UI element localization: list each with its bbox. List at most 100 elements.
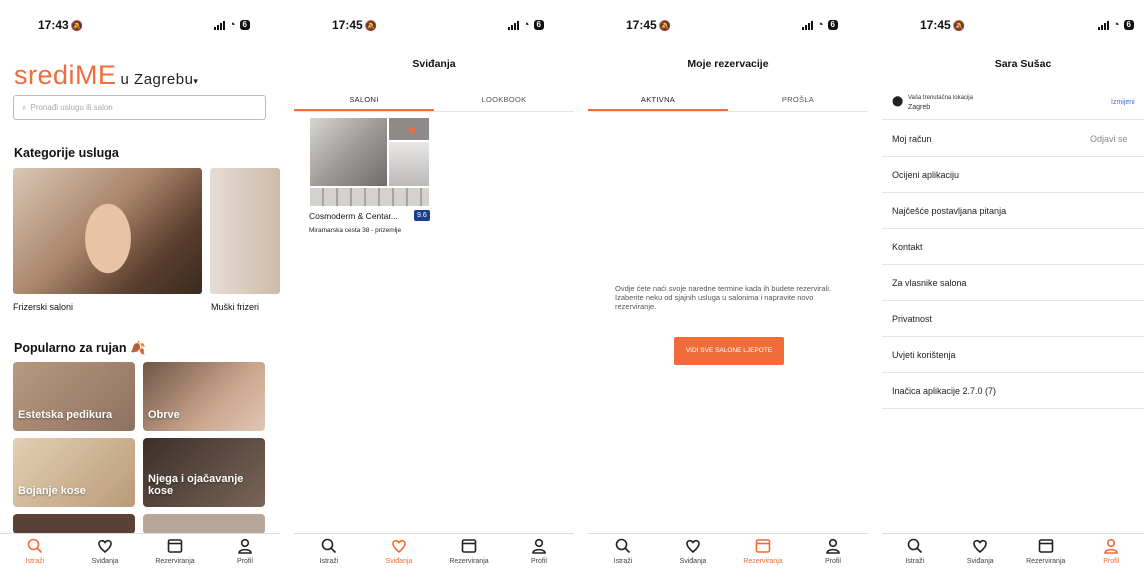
tab-bookings[interactable]: Rezerviranja: [1016, 534, 1076, 579]
tab-bookings[interactable]: Rezerviranja: [145, 534, 205, 579]
tab-likes[interactable]: Sviđanja: [369, 534, 429, 579]
calendar-icon: [755, 539, 771, 553]
likes-screen: 17:45 🔕 ◔ 6 Sviđanja SALONI LOOKBOOK ♥ Co…: [294, 0, 574, 579]
battery-icon: 6: [827, 20, 838, 30]
tile-partial[interactable]: [13, 514, 135, 534]
user-icon: [532, 538, 546, 554]
segment-tabs: AKTIVNA PROŠLA: [588, 90, 868, 112]
tab-profile[interactable]: Profil: [215, 534, 275, 579]
silent-bell-icon: 🔕: [658, 21, 672, 32]
tile-hair-coloring[interactable]: Bojanje kose: [13, 438, 135, 507]
heart-icon: [392, 539, 406, 554]
menu-item[interactable]: Privatnost: [882, 301, 1144, 337]
signal-icon: [1097, 20, 1109, 30]
tile-label: Bojanje kose: [18, 485, 86, 497]
wifi-icon: ◔: [816, 19, 824, 31]
menu-item[interactable]: Uvjeti korištenja: [882, 337, 1144, 373]
tab-profile[interactable]: Profil: [803, 534, 863, 579]
calendar-icon: [461, 539, 477, 553]
tab-explore[interactable]: Istraži: [5, 534, 65, 579]
menu-item[interactable]: Kontakt: [882, 229, 1144, 265]
tile-label: Obrve: [148, 409, 180, 421]
logo-text: srediME: [14, 60, 117, 90]
location-row: ⬤ Vaša trenutačna lokacija Zagreb Izmije…: [882, 88, 1144, 120]
tab-lookbook[interactable]: LOOKBOOK: [434, 90, 574, 111]
status-bar: 17:45 🔕 ◔ 6: [588, 18, 868, 34]
tab-likes[interactable]: Sviđanja: [950, 534, 1010, 579]
tab-likes[interactable]: Sviđanja: [663, 534, 723, 579]
status-time: 17:43: [38, 18, 69, 32]
bottom-tab-bar: Istraži Sviđanja Rezerviranja Profil: [294, 533, 574, 579]
tab-likes[interactable]: Sviđanja: [75, 534, 135, 579]
tile-partial[interactable]: [143, 514, 265, 534]
search-placeholder: Pronađi uslugu ili salon: [30, 103, 113, 112]
silent-bell-icon: 🔕: [952, 21, 966, 32]
model-face-image: [68, 178, 148, 288]
tab-active[interactable]: AKTIVNA: [588, 90, 728, 111]
categories-heading: Kategorije usluga: [14, 146, 119, 160]
silent-bell-icon: 🔕: [364, 21, 378, 32]
tab-explore[interactable]: Istraži: [885, 534, 945, 579]
tile-pedicure[interactable]: Estetska pedikura: [13, 362, 135, 431]
bookings-screen: 17:45 🔕 ◔ 6 Moje rezervacije AKTIVNA PROŠ…: [588, 0, 868, 579]
popular-heading: Popularno za rujan 🍂: [14, 341, 146, 355]
heart-icon: [686, 539, 700, 554]
category-card-hair-salons[interactable]: [13, 168, 202, 294]
tab-explore[interactable]: Istraži: [299, 534, 359, 579]
city-selector[interactable]: u Zagrebu▾: [121, 71, 199, 88]
heart-icon[interactable]: ♥: [408, 124, 416, 137]
location-label: Vaša trenutačna lokacija: [908, 95, 973, 101]
status-time: 17:45: [626, 18, 657, 32]
tile-label: Njega i ojačavanje kose: [148, 473, 244, 497]
account-row[interactable]: Moj račun Odjavi se: [882, 121, 1144, 157]
search-icon: [321, 538, 337, 554]
user-name-title: Sara Sušac: [994, 58, 1052, 70]
search-icon: [27, 538, 43, 554]
battery-icon: 6: [1123, 20, 1134, 30]
tab-profile[interactable]: Profil: [509, 534, 569, 579]
search-icon: [907, 538, 922, 554]
category-label: Muški frizeri: [211, 302, 260, 312]
status-bar: 17:43 🔕 ◔ 6: [0, 18, 280, 34]
category-label: Frizerski saloni: [13, 302, 74, 312]
calendar-icon: [167, 539, 183, 553]
segment-tabs: SALONI LOOKBOOK: [294, 90, 574, 112]
category-card-barbers[interactable]: [210, 168, 280, 294]
location-pin-icon: ⬤: [892, 96, 904, 107]
menu-item[interactable]: Za vlasnike salona: [882, 265, 1144, 301]
leaf-icon: 🍂: [130, 341, 146, 355]
search-input[interactable]: ⌕ Pronađi uslugu ili salon: [13, 95, 266, 120]
salon-name[interactable]: Cosmoderm & Centar...: [309, 211, 398, 221]
empty-state-text: Ovdje ćete naći svoje naredne termine ka…: [615, 284, 831, 311]
rating-badge: 9.6: [414, 210, 430, 221]
tab-past[interactable]: PROŠLA: [728, 90, 868, 111]
page-title: Moje rezervacije: [687, 58, 769, 70]
tile-hair-care[interactable]: Njega i ojačavanje kose: [143, 438, 265, 507]
signal-icon: [507, 20, 519, 30]
tab-salons[interactable]: SALONI: [294, 90, 434, 111]
chevron-down-icon: ▾: [193, 76, 199, 86]
change-location-link[interactable]: Izmijeni: [1111, 99, 1135, 106]
tab-bookings[interactable]: Rezerviranja: [439, 534, 499, 579]
tab-bookings[interactable]: Rezerviranja: [733, 534, 793, 579]
explore-screen: 17:43 🔕 ◔ 6 srediME u Zagrebu▾ ⌕ Pronađi us…: [0, 0, 280, 579]
view-all-salons-button[interactable]: VIDI SVE SALONE LJEPOTE: [674, 337, 784, 365]
user-icon: [238, 538, 252, 554]
status-bar: 17:45 🔕 ◔ 6: [294, 18, 574, 34]
profile-screen: 17:45 🔕 ◔ 6 Sara Sušac ⬤ Vaša trenutačna …: [882, 0, 1144, 579]
salon-address: Miramarska cesta 38 - prizemlje: [309, 227, 402, 234]
app-version-row: Inačica aplikacije 2.7.0 (7): [882, 373, 1144, 409]
user-icon: [826, 538, 840, 554]
heart-icon: [98, 539, 112, 554]
signal-icon: [213, 20, 225, 30]
salon-card-image[interactable]: ♥: [310, 118, 429, 206]
status-time: 17:45: [920, 18, 951, 32]
menu-item[interactable]: Ocijeni aplikaciju: [882, 157, 1144, 193]
silent-bell-icon: 🔕: [70, 21, 84, 32]
logout-link[interactable]: Odjavi se: [1090, 134, 1128, 144]
tile-eyebrows[interactable]: Obrve: [143, 362, 265, 431]
tab-profile[interactable]: Profil: [1081, 534, 1141, 579]
signal-icon: [801, 20, 813, 30]
tab-explore[interactable]: Istraži: [593, 534, 653, 579]
menu-item[interactable]: Najčešće postavljana pitanja: [882, 193, 1144, 229]
